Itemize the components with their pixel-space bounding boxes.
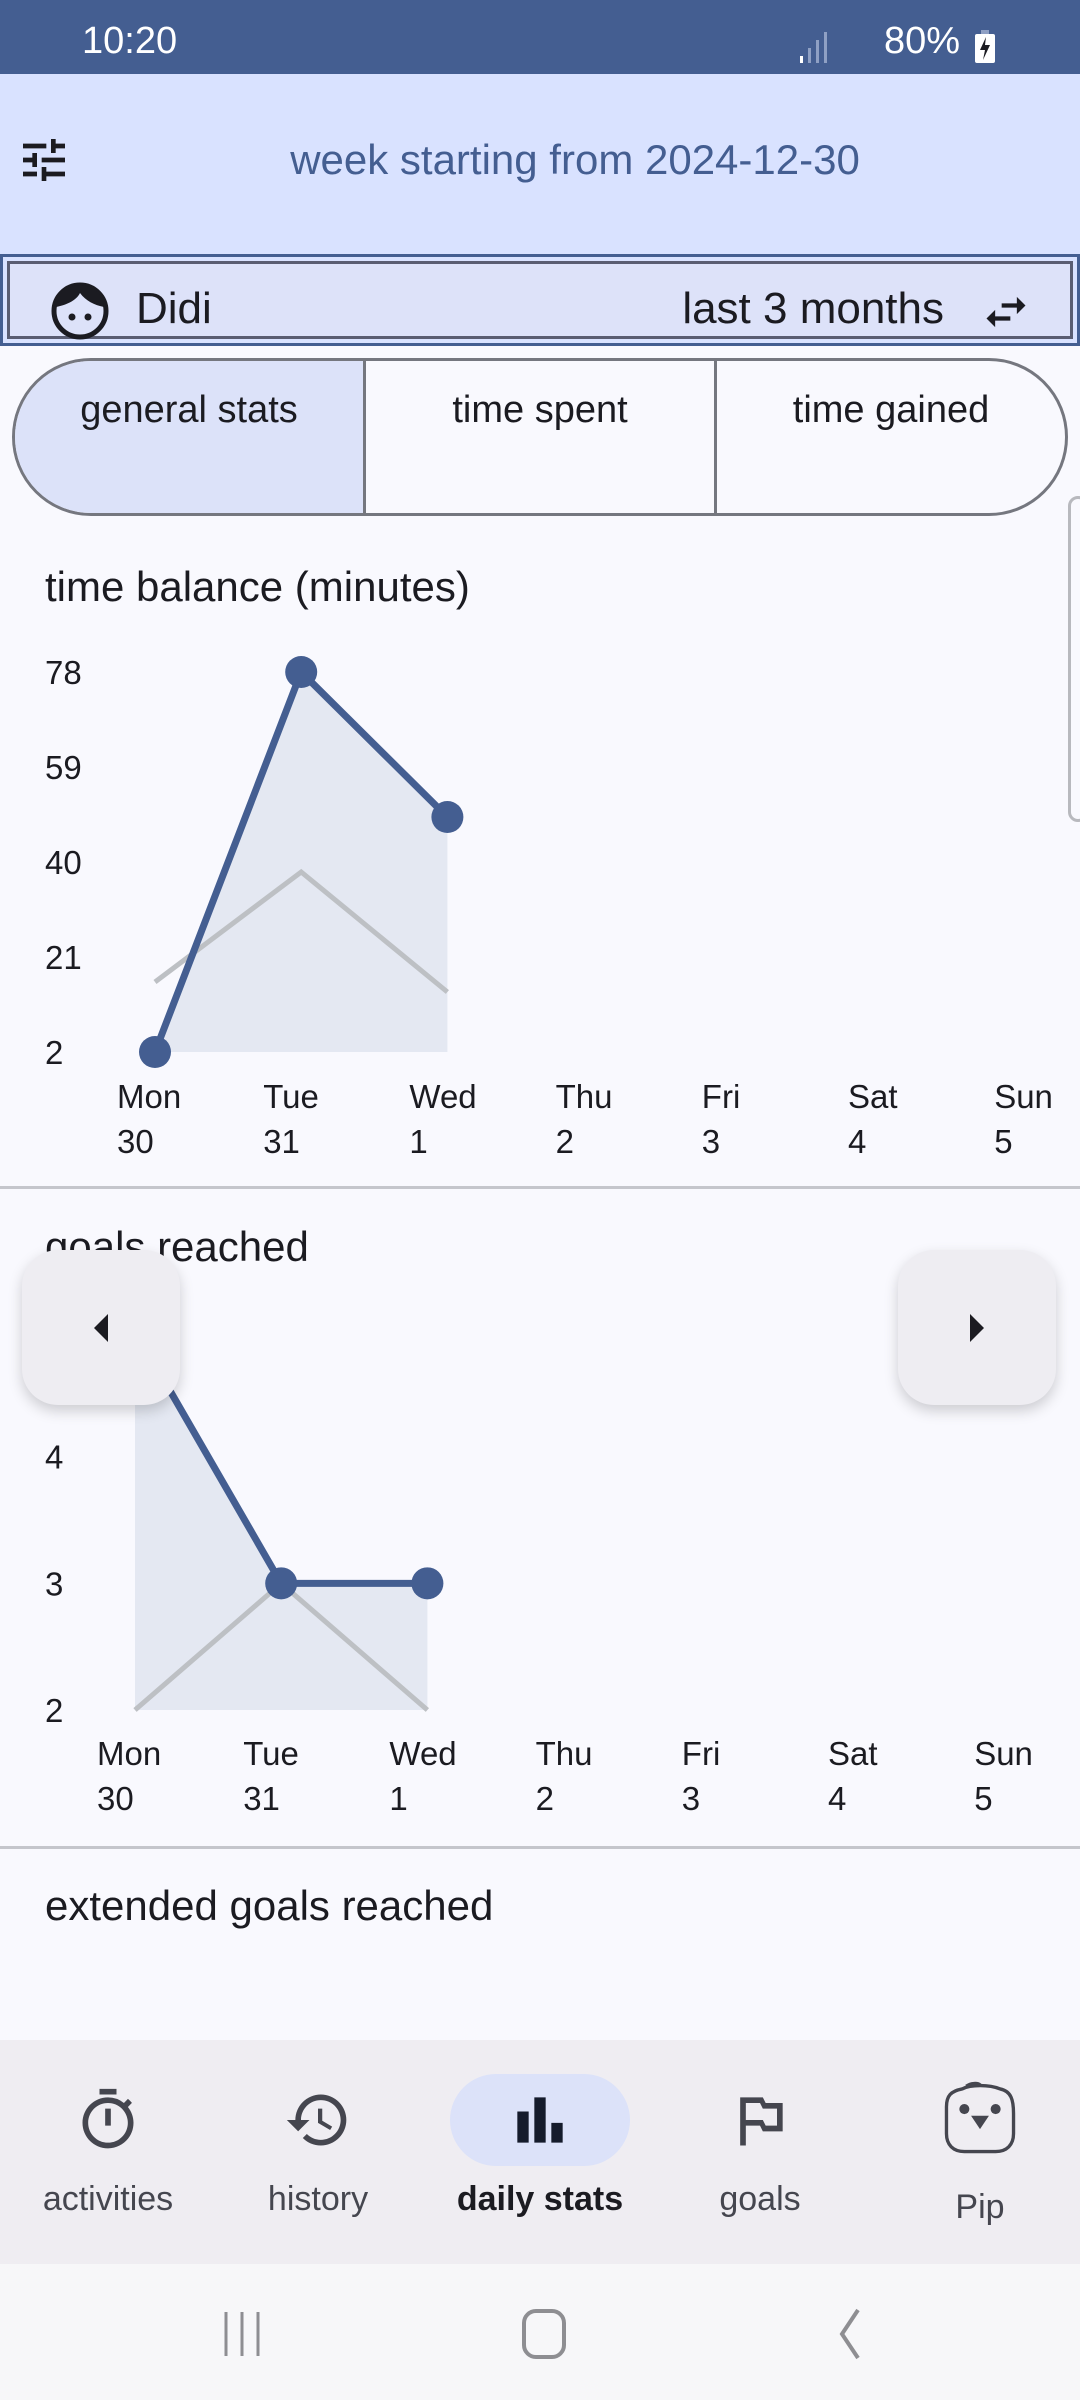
x-tick-day: Fri	[702, 1078, 740, 1115]
x-tick-day: Sat	[848, 1078, 898, 1115]
y-tick-label: 40	[45, 844, 82, 881]
status-time: 10:20	[82, 20, 178, 62]
y-tick-label: 78	[45, 654, 82, 691]
extended-goals-title: extended goals reached	[45, 1882, 494, 1929]
data-point	[285, 656, 318, 688]
x-tick-date: 2	[556, 1123, 574, 1160]
history-icon	[286, 2094, 347, 2146]
x-tick-day: Thu	[556, 1078, 613, 1115]
nav-label: goals	[719, 2180, 801, 2218]
y-tick-label: 2	[45, 1692, 63, 1729]
signal-icon	[800, 32, 827, 63]
page-title: week starting from 2024-12-30	[290, 136, 860, 183]
data-point	[265, 1567, 298, 1600]
nav-daily-stats[interactable]: daily stats	[432, 2040, 648, 2264]
swap-icon[interactable]	[978, 286, 1034, 338]
next-week-button[interactable]	[898, 1250, 1056, 1405]
face-icon	[51, 282, 109, 340]
y-tick-label: 21	[45, 939, 82, 976]
x-tick-date: 31	[243, 1780, 280, 1817]
x-tick-day: Sun	[974, 1735, 1033, 1772]
y-tick-label: 59	[45, 749, 82, 786]
section-divider	[0, 1186, 1080, 1189]
user-selector[interactable]: Didi last 3 months	[0, 254, 1080, 346]
x-tick-date: 30	[97, 1780, 134, 1817]
x-tick-day: Tue	[243, 1735, 299, 1772]
x-tick-day: Tue	[263, 1078, 319, 1115]
nav-history[interactable]: history	[210, 2040, 426, 2264]
x-tick-day: Thu	[536, 1735, 593, 1772]
x-tick-date: 3	[682, 1780, 700, 1817]
time-range: last 3 months	[682, 284, 944, 333]
nav-label: daily stats	[456, 2180, 624, 2218]
x-tick-day: Wed	[409, 1078, 476, 1115]
previous-week-button[interactable]	[22, 1250, 180, 1405]
x-tick-date: 4	[848, 1123, 866, 1160]
nav-activities[interactable]: activities	[0, 2040, 216, 2264]
x-tick-date: 3	[702, 1123, 720, 1160]
recents-icon[interactable]	[212, 2304, 272, 2364]
bird-face-icon	[944, 2081, 1016, 2154]
battery-charging-icon	[975, 30, 995, 63]
section-divider	[0, 1846, 1080, 1849]
x-tick-day: Mon	[117, 1078, 181, 1115]
data-point	[139, 1036, 171, 1068]
system-navigation-bar	[0, 2264, 1080, 2400]
home-icon[interactable]	[514, 2304, 574, 2364]
nav-pip[interactable]: Pip	[872, 2040, 1080, 2264]
user-selector-frame: Didi last 3 months	[7, 261, 1073, 340]
x-tick-day: Sat	[828, 1735, 878, 1772]
stats-tab-bar: general stats time spent time gained	[12, 358, 1068, 516]
tab-time-spent[interactable]: time spent	[366, 361, 717, 513]
x-tick-date: 4	[828, 1780, 846, 1817]
nav-label: history	[267, 2180, 369, 2218]
data-point	[431, 801, 464, 833]
tab-time-gained[interactable]: time gained	[717, 361, 1065, 513]
battery-percent: 80%	[884, 20, 961, 62]
back-icon[interactable]	[818, 2304, 878, 2364]
top-app-bar: week starting from 2024-12-30	[0, 74, 1080, 254]
x-tick-date: 5	[994, 1123, 1012, 1160]
time-balance-chart: 78 59 40 21 2 Mon 30 Tue 31 Wed 1 Thu 2 Fri 3 Sat 4 Sun 5	[45, 654, 1053, 1160]
x-tick-day: Sun	[994, 1078, 1053, 1115]
stopwatch-icon	[82, 2088, 134, 2149]
x-tick-day: Wed	[389, 1735, 456, 1772]
y-tick-label: 4	[45, 1439, 63, 1476]
series-area	[135, 1330, 428, 1710]
data-point	[411, 1567, 444, 1600]
flag-icon	[740, 2097, 783, 2146]
user-name: Didi	[136, 284, 212, 333]
arrow-right-icon	[970, 1314, 984, 1342]
x-tick-date: 31	[263, 1123, 300, 1160]
x-tick-date: 5	[974, 1780, 992, 1817]
x-tick-day: Mon	[97, 1735, 161, 1772]
x-tick-day: Fri	[682, 1735, 720, 1772]
status-bar: 10:20 80%	[0, 0, 1080, 74]
nav-label: activities	[42, 2180, 174, 2218]
time-balance-title: time balance (minutes)	[45, 563, 470, 610]
x-tick-date: 30	[117, 1123, 154, 1160]
series-area	[155, 672, 448, 1052]
bottom-navigation: activities history daily stats goals Pip	[0, 2040, 1080, 2264]
nav-goals[interactable]: goals	[652, 2040, 868, 2264]
y-tick-label: 3	[45, 1565, 63, 1602]
y-tick-label: 2	[45, 1034, 63, 1071]
x-tick-date: 2	[536, 1780, 554, 1817]
bar-chart-icon	[517, 2097, 563, 2143]
x-tick-date: 1	[409, 1123, 427, 1160]
arrow-left-icon	[94, 1314, 108, 1342]
nav-label: Pip	[955, 2188, 1005, 2226]
tab-general-stats[interactable]: general stats	[15, 361, 366, 513]
x-tick-date: 1	[389, 1780, 407, 1817]
